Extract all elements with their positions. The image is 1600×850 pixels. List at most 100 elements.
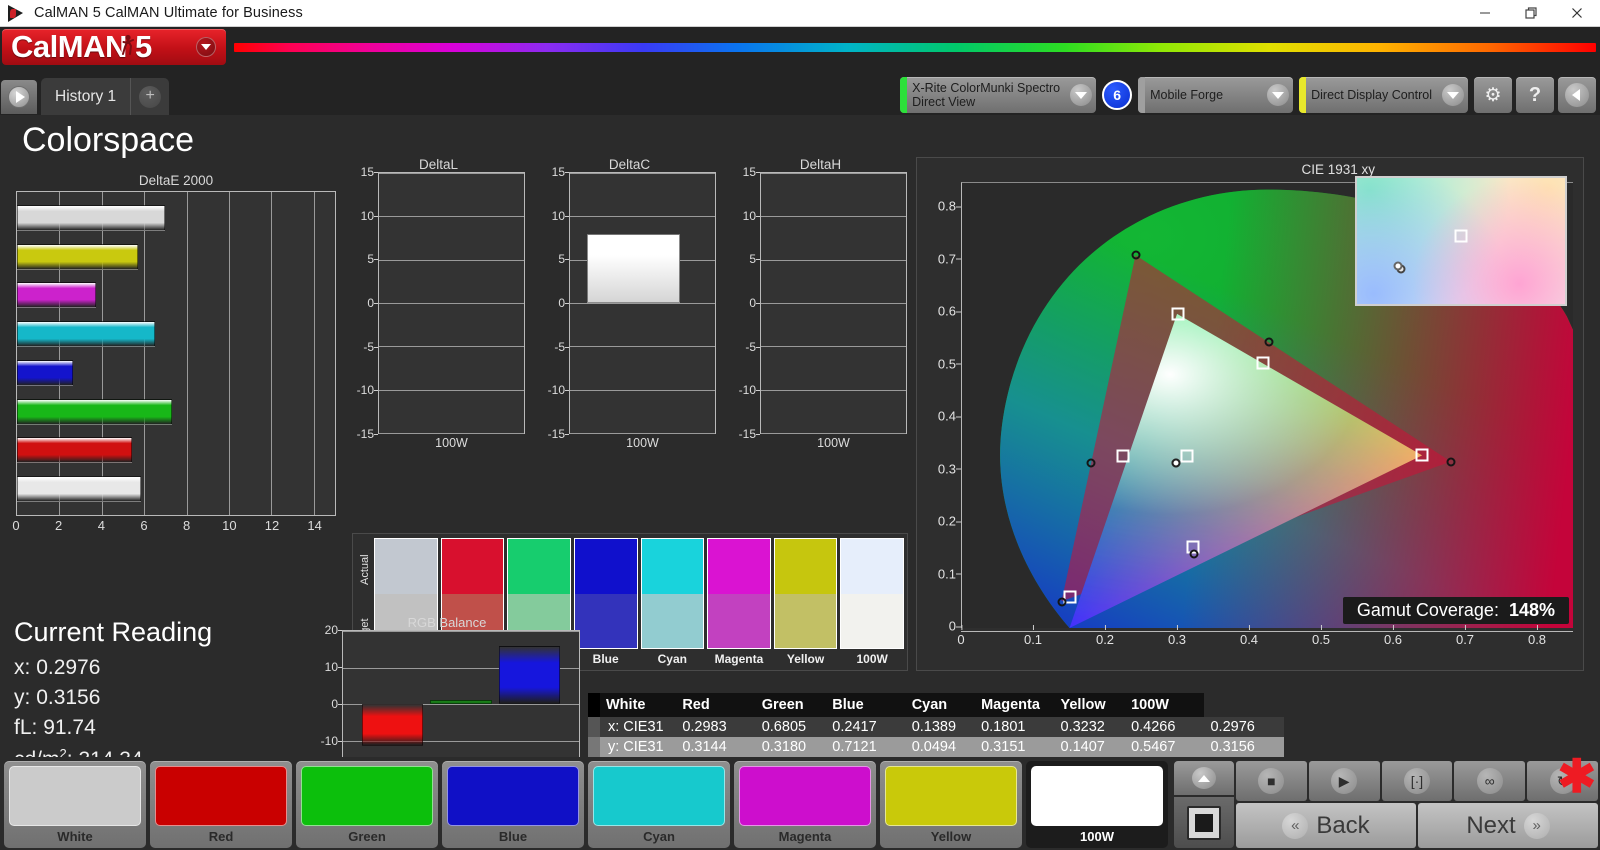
axis-tick-label: -15: [738, 427, 761, 441]
calman-logo[interactable]: CalMAN 5: [2, 29, 226, 65]
loop-button[interactable]: ∞: [1454, 761, 1526, 801]
table-cell: 0.1801: [975, 717, 1055, 737]
pattern-window-button[interactable]: [1174, 797, 1234, 848]
cie-measured-marker-yellow: [1264, 337, 1274, 347]
axis-tick-label: -5: [554, 339, 569, 354]
range-button[interactable]: [·]: [1381, 761, 1453, 801]
swatch-column-magenta[interactable]: Magenta: [707, 538, 771, 666]
deltac-chart: DeltaC 15 10 5 0 -5 -10 -15 100W: [543, 157, 716, 450]
next-button[interactable]: Next »: [1418, 803, 1598, 848]
row-indicator: [588, 737, 600, 757]
swatch-column-blue[interactable]: Blue: [573, 538, 638, 666]
axis-tick-label: 0.5: [937, 356, 962, 372]
brand-dropdown-icon[interactable]: [196, 37, 216, 57]
question-mark-icon: ?: [1528, 83, 1542, 106]
color-button-green[interactable]: Green: [296, 761, 438, 848]
rgb-balance-body: 20100-10-20: [314, 623, 580, 785]
table-cell: 0.3151: [975, 737, 1055, 757]
table-header-blue: Blue: [826, 693, 906, 717]
color-button-white[interactable]: White: [4, 761, 146, 848]
gridline: [761, 433, 906, 434]
axis-tick-label: 5: [749, 252, 760, 267]
window-pattern-icon: [1187, 805, 1221, 840]
axis-tick-label: -15: [547, 427, 570, 441]
axis-tick-label: 0: [331, 697, 342, 711]
measurement-table-head: White Red Green Blue Cyan Magenta Yellow 100W: [588, 693, 1284, 717]
back-button[interactable]: « Back: [1236, 803, 1416, 848]
table-cell: 0.3180: [755, 737, 827, 757]
axis-tick-label: 15: [360, 165, 379, 179]
reading-y-value: 0.3156: [36, 686, 101, 709]
meter-mode: Direct View: [912, 95, 976, 109]
add-tab-button[interactable]: +: [131, 78, 169, 115]
color-button-yellow[interactable]: Yellow: [880, 761, 1022, 848]
display-name: Direct Display Control: [1311, 88, 1432, 102]
source-dropdown-button[interactable]: [1263, 77, 1293, 113]
help-button[interactable]: ?: [1516, 77, 1554, 113]
left-arrow-icon: [1565, 83, 1589, 107]
table-corner-cell: [588, 693, 600, 717]
swatch-target: [774, 593, 837, 648]
settings-button[interactable]: ⚙: [1474, 77, 1512, 113]
meter-selector[interactable]: X-Rite ColorMunki Spectro Direct View: [900, 77, 1097, 113]
minimize-button[interactable]: [1462, 0, 1508, 27]
pattern-expand-button[interactable]: [1174, 761, 1234, 795]
color-button-label: Yellow: [930, 829, 972, 844]
swatch-column-yellow[interactable]: Yellow: [773, 538, 838, 666]
table-cell: 0.3156: [1204, 737, 1284, 757]
swatch-box: [573, 538, 638, 649]
play-button[interactable]: ▶: [1308, 761, 1380, 801]
deltal-body: 15 10 5 0 -5 -10 -15: [352, 165, 525, 441]
gamut-coverage-readout: Gamut Coverage: 148%: [1342, 597, 1569, 624]
gridline: [379, 173, 524, 174]
deltah-x-label: 100W: [817, 436, 850, 450]
swatch-box: [707, 538, 771, 649]
deltae-bar-magenta: [17, 282, 97, 309]
display-dropdown-button[interactable]: [1438, 77, 1468, 113]
meter-dropdown-button[interactable]: [1066, 77, 1096, 113]
color-button-blue[interactable]: Blue: [442, 761, 584, 848]
axis-tick-label: 0.5: [1311, 625, 1331, 647]
table-header-magenta: Magenta: [975, 693, 1055, 717]
swatch-column-cyan[interactable]: Cyan: [640, 538, 705, 666]
axis-tick-label: 12: [264, 518, 280, 533]
close-button[interactable]: [1554, 0, 1600, 27]
swatch-label: Cyan: [657, 652, 687, 666]
deltae-bar-green: [17, 398, 173, 425]
session-play-button[interactable]: [1, 80, 37, 114]
color-button-magenta[interactable]: Magenta: [734, 761, 876, 848]
stop-button[interactable]: ■: [1236, 761, 1307, 801]
axis-tick-label: 5: [558, 252, 569, 267]
swatch-actual: [508, 539, 570, 594]
axis-tick-label: 2: [55, 518, 63, 533]
maximize-button[interactable]: [1508, 0, 1554, 27]
reading-fl-label: fL:: [14, 716, 38, 739]
axis-tick-label: 0: [948, 618, 962, 634]
color-button-100w[interactable]: 100W: [1026, 761, 1168, 848]
axis-tick-label: 14: [307, 518, 322, 533]
gridline: [761, 259, 906, 261]
spectrum-bar: [234, 42, 1596, 52]
collapse-panel-button[interactable]: [1558, 77, 1596, 113]
color-button-red[interactable]: Red: [150, 761, 292, 848]
source-selector[interactable]: Mobile Forge: [1138, 77, 1294, 113]
chevron-right-icon: »: [1523, 812, 1550, 839]
display-control-selector[interactable]: Direct Display Control: [1299, 77, 1468, 113]
main-content: Colorspace DeltaE 2000 0 2 4 6 8 10 12 14 Delta…: [0, 115, 1600, 817]
cie-zoom-inset: [1355, 176, 1567, 306]
cie-target-marker-green: [1171, 307, 1185, 321]
axis-tick-label: 0.4: [937, 408, 962, 424]
gridline: [343, 631, 579, 632]
gear-icon: ⚙: [1484, 84, 1502, 106]
deltah-plot-area: [760, 172, 907, 434]
deltae-bar-blue: [17, 359, 74, 386]
color-button-cyan[interactable]: Cyan: [588, 761, 730, 848]
table-cell: 0.2976: [1204, 717, 1284, 737]
meter-status-stripe: [900, 77, 908, 113]
reading-count-badge[interactable]: 6: [1102, 80, 1133, 110]
color-button-label: Blue: [498, 829, 528, 844]
gridline: [379, 216, 524, 218]
swatch-column-100w[interactable]: 100W: [840, 538, 904, 666]
tab-history-1[interactable]: History 1: [41, 78, 132, 115]
table-cell: 0.0494: [905, 737, 976, 757]
